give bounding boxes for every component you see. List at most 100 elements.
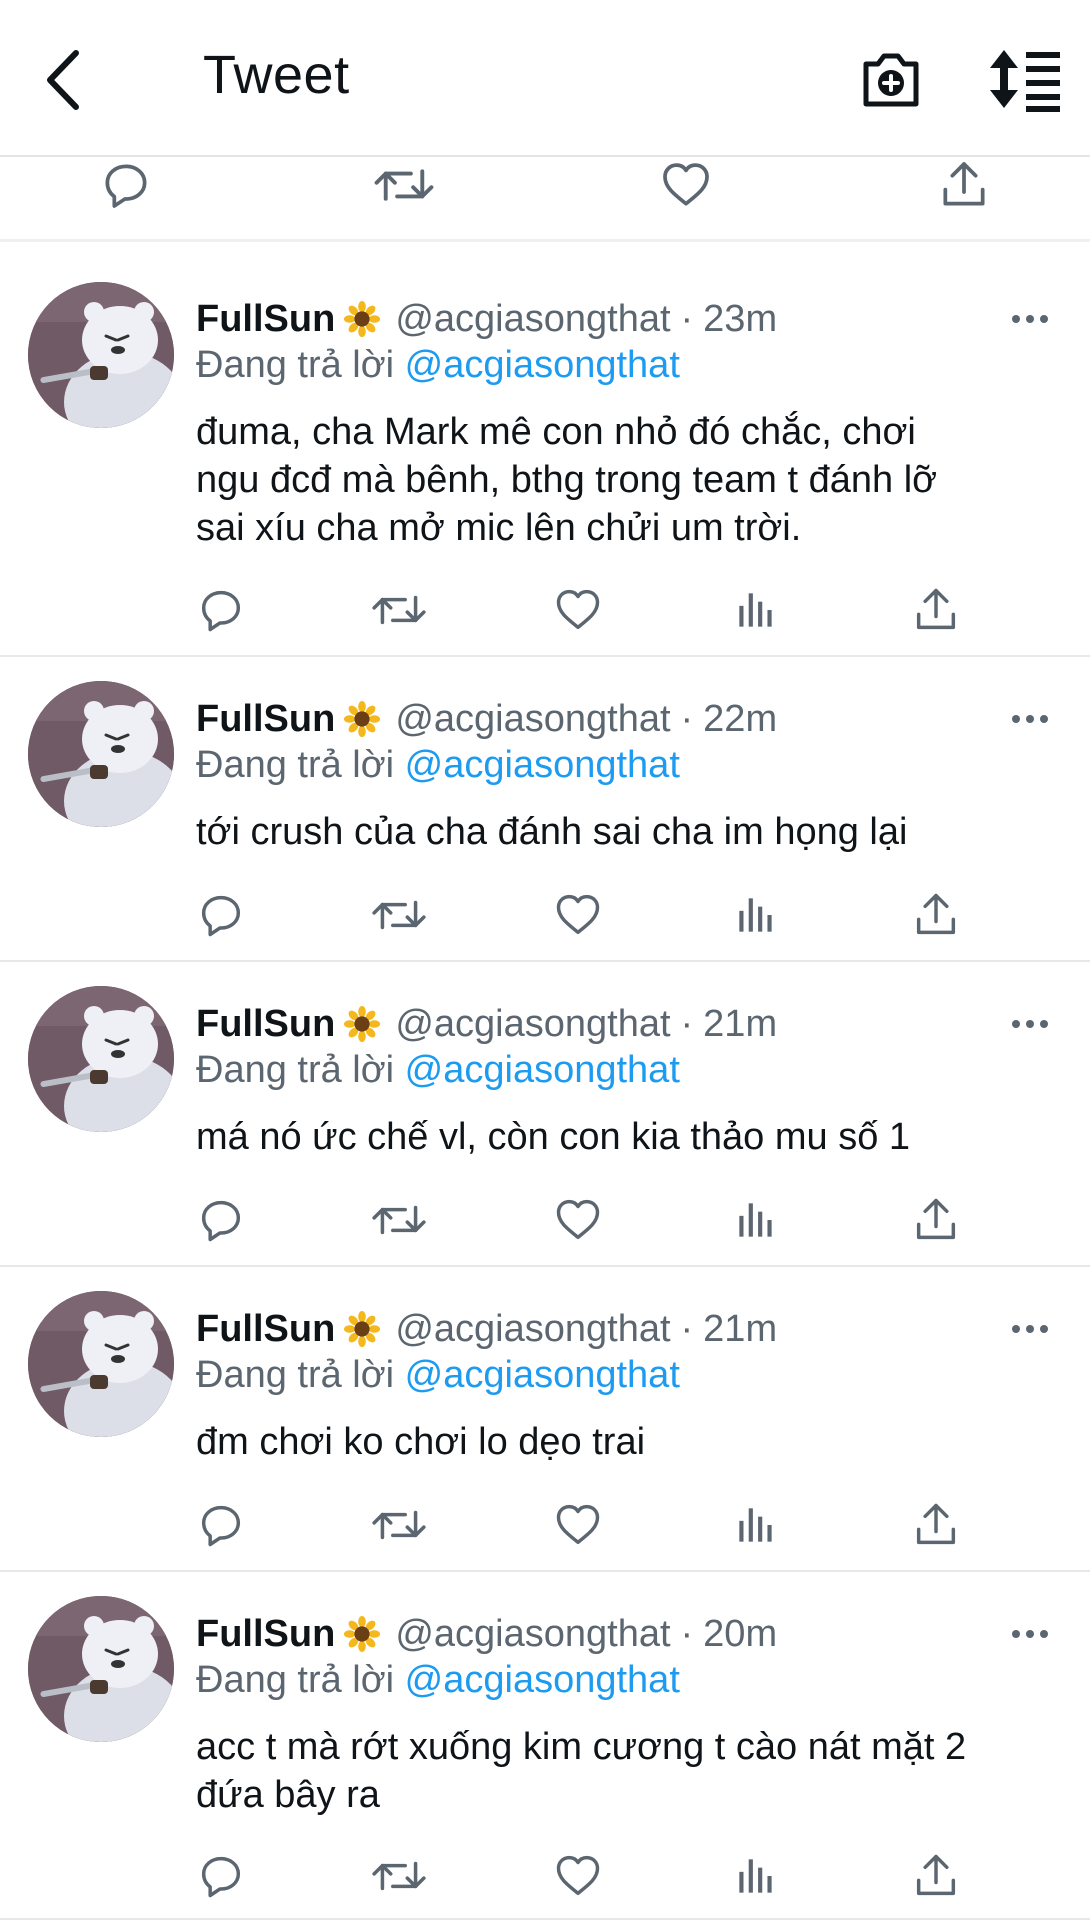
replying-to: Đang trả lời @acgiasongthat (196, 1049, 680, 1092)
tweet-actions (0, 580, 1090, 640)
retweet-button[interactable] (369, 1190, 429, 1250)
sunflower-icon (343, 1615, 381, 1653)
analytics-icon (731, 1499, 781, 1551)
tweet[interactable]: FullSun @acgiasongthat · 21m Đang trả lờ… (0, 1267, 1090, 1572)
replying-to: Đang trả lời @acgiasongthat (196, 1659, 680, 1702)
heart-icon (552, 1499, 604, 1551)
like-button[interactable] (548, 580, 608, 640)
replying-to-handle[interactable]: @acgiasongthat (405, 744, 680, 786)
tweet-text-line: ngu đcđ mà bênh, bthg trong team t đánh … (196, 459, 938, 501)
separator-dot: · (680, 697, 694, 740)
views-button[interactable] (726, 885, 786, 945)
back-button[interactable] (30, 40, 94, 120)
display-name[interactable]: FullSun (196, 1308, 335, 1351)
tweet[interactable]: FullSun @acgiasongthat · 20m Đang trả lờ… (0, 1572, 1090, 1920)
tweet-text-line: tới crush của cha đánh sai cha im họng l… (196, 811, 908, 853)
retweet-button[interactable] (369, 1846, 429, 1906)
replying-to-handle[interactable]: @acgiasongthat (405, 1049, 680, 1091)
more-options-button[interactable] (1010, 1619, 1050, 1649)
display-name[interactable]: FullSun (196, 1613, 335, 1656)
replying-to-label: Đang trả lời (196, 1049, 395, 1091)
timestamp[interactable]: 23m (703, 298, 777, 341)
avatar[interactable] (28, 1291, 174, 1437)
like-button[interactable] (654, 157, 718, 203)
avatar[interactable] (28, 282, 174, 428)
timestamp[interactable]: 22m (703, 698, 777, 741)
views-button[interactable] (726, 1846, 786, 1906)
avatar[interactable] (28, 681, 174, 827)
timestamp[interactable]: 21m (703, 1003, 777, 1046)
top-navigation-bar: Tweet (0, 0, 1090, 157)
reply-button[interactable] (191, 1846, 251, 1906)
tweet[interactable]: FullSun @acgiasongthat · 22m Đang trả lờ… (0, 657, 1090, 962)
replying-to-handle[interactable]: @acgiasongthat (405, 1354, 680, 1396)
share-button[interactable] (906, 885, 966, 945)
views-button[interactable] (726, 1190, 786, 1250)
retweet-button[interactable] (372, 157, 436, 203)
separator-dot: · (680, 1612, 694, 1655)
retweet-button[interactable] (369, 1495, 429, 1555)
like-button[interactable] (548, 1495, 608, 1555)
retweet-button[interactable] (369, 885, 429, 945)
user-handle[interactable]: @acgiasongthat (395, 1308, 670, 1351)
avatar[interactable] (28, 1596, 174, 1742)
like-button[interactable] (548, 885, 608, 945)
display-name[interactable]: FullSun (196, 698, 335, 741)
views-button[interactable] (726, 1495, 786, 1555)
replying-to: Đang trả lời @acgiasongthat (196, 1354, 680, 1397)
tweet[interactable]: FullSun @acgiasongthat · 23m Đang trả lờ… (0, 245, 1090, 657)
share-button[interactable] (906, 1846, 966, 1906)
analytics-icon (731, 1194, 781, 1246)
tweet[interactable]: FullSun @acgiasongthat · 21m Đang trả lờ… (0, 962, 1090, 1267)
retweet-icon (372, 157, 436, 213)
views-button[interactable] (726, 580, 786, 640)
share-button[interactable] (906, 580, 966, 640)
share-icon (910, 889, 962, 941)
more-horizontal-icon (1012, 715, 1048, 723)
share-button[interactable] (906, 1495, 966, 1555)
retweet-icon (370, 1499, 428, 1551)
tweet-text-line: đứa bây ra (196, 1774, 380, 1816)
user-handle[interactable]: @acgiasongthat (395, 1613, 670, 1656)
display-name[interactable]: FullSun (196, 1003, 335, 1046)
share-button[interactable] (906, 1190, 966, 1250)
more-options-button[interactable] (1010, 1314, 1050, 1344)
more-options-button[interactable] (1010, 704, 1050, 734)
camera-button[interactable] (856, 44, 926, 114)
user-handle[interactable]: @acgiasongthat (395, 698, 670, 741)
retweet-button[interactable] (369, 580, 429, 640)
reply-icon (195, 1850, 247, 1902)
bear-avatar-image (28, 282, 174, 428)
reply-button[interactable] (191, 885, 251, 945)
replying-to-handle[interactable]: @acgiasongthat (405, 1659, 680, 1701)
user-handle[interactable]: @acgiasongthat (395, 298, 670, 341)
tweet-header: FullSun @acgiasongthat · 21m (196, 999, 777, 1049)
retweet-icon (370, 889, 428, 941)
separator-dot: · (680, 1307, 694, 1350)
replying-to-label: Đang trả lời (196, 1354, 395, 1396)
more-options-button[interactable] (1010, 1009, 1050, 1039)
replying-to-label: Đang trả lời (196, 744, 395, 786)
reply-button[interactable] (191, 1495, 251, 1555)
avatar[interactable] (28, 986, 174, 1132)
like-button[interactable] (548, 1846, 608, 1906)
user-handle[interactable]: @acgiasongthat (395, 1003, 670, 1046)
share-button[interactable] (932, 157, 996, 203)
replying-to-label: Đang trả lời (196, 1659, 395, 1701)
tweet-text: đm chơi ko chơi lo dẹo trai (196, 1418, 1036, 1466)
share-icon (910, 584, 962, 636)
reply-button[interactable] (191, 580, 251, 640)
timestamp[interactable]: 21m (703, 1308, 777, 1351)
replying-to-handle[interactable]: @acgiasongthat (405, 344, 680, 386)
camera-add-icon (863, 53, 919, 107)
like-button[interactable] (548, 1190, 608, 1250)
more-horizontal-icon (1012, 1325, 1048, 1333)
retweet-icon (370, 584, 428, 636)
sort-button[interactable] (984, 44, 1062, 114)
more-options-button[interactable] (1010, 304, 1050, 334)
display-name[interactable]: FullSun (196, 298, 335, 341)
reply-button[interactable] (191, 1190, 251, 1250)
timestamp[interactable]: 20m (703, 1613, 777, 1656)
tweet-text-line: sai xíu cha mở mic lên chửi um trời. (196, 507, 802, 549)
reply-button[interactable] (94, 157, 158, 203)
